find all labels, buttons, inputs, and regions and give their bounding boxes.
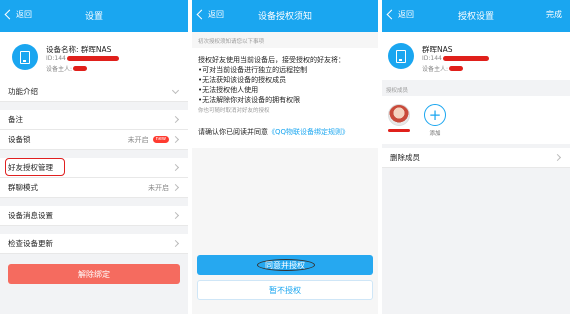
nav-bar: 返回 设置 bbox=[0, 0, 188, 32]
add-member-button[interactable]: + bbox=[424, 104, 446, 126]
confirm-text: 请确认你已阅读并同意 bbox=[198, 128, 268, 136]
device-name: 群晖NAS bbox=[422, 45, 453, 54]
redaction-mark bbox=[442, 56, 489, 61]
notice-point: •无法解除你对该设备的拥有权限 bbox=[198, 96, 301, 104]
delete-member-label: 删除成员 bbox=[390, 153, 420, 162]
rules-link[interactable]: 《QQ物联设备绑定规则》 bbox=[268, 128, 349, 136]
new-badge: new bbox=[152, 136, 169, 143]
group-chat-row[interactable]: 群聊模式 未开启 bbox=[0, 178, 188, 198]
device-name: 设备名称: 群晖NAS bbox=[46, 45, 112, 54]
nav-bar: 返回 授权设置 完成 bbox=[382, 0, 570, 32]
chevron-down-icon bbox=[171, 86, 180, 95]
device-lock-value: 未开启 bbox=[127, 135, 149, 144]
redaction-mark bbox=[73, 66, 88, 71]
device-id: ID:144 bbox=[46, 55, 119, 62]
message-settings-label: 设备消息设置 bbox=[8, 211, 53, 220]
remark-row[interactable]: 备注 bbox=[0, 110, 188, 130]
features-row[interactable]: 功能介绍 bbox=[0, 82, 188, 102]
device-icon bbox=[388, 43, 414, 69]
nav-bar: 返回 设备授权须知 bbox=[192, 0, 378, 32]
redaction-mark bbox=[388, 129, 410, 132]
reject-button[interactable]: 暂不授权 bbox=[197, 280, 373, 300]
device-lock-row[interactable]: 设备锁 未开启 new bbox=[0, 130, 188, 150]
check-update-row[interactable]: 检查设备更新 bbox=[0, 234, 188, 254]
agree-button[interactable]: 同意并授权 bbox=[197, 255, 373, 275]
chevron-right-icon bbox=[553, 153, 562, 162]
redaction-mark bbox=[449, 66, 464, 71]
device-owner: 设备主人: bbox=[46, 64, 88, 73]
remark-label: 备注 bbox=[8, 115, 23, 124]
chevron-right-icon bbox=[171, 135, 180, 144]
device-owner-text: 设备主人: bbox=[46, 66, 73, 73]
auth-notice-panel: 返回 设备授权须知 初次授权须知请您以下事项 授权好友使用当前设备后，接受授权的… bbox=[192, 0, 378, 314]
settings-panel: 返回 设置 设备名称: 群晖NAS ID:144 设备主人: 功能介绍 备注 设… bbox=[0, 0, 188, 314]
notice-point: •无法获知该设备的授权成员 bbox=[198, 76, 287, 84]
cancel-note: 你也可随时取消对好友的授权 bbox=[198, 108, 270, 114]
device-id-text: ID:144 bbox=[46, 55, 66, 62]
done-button[interactable]: 完成 bbox=[546, 9, 562, 20]
confirm-line: 请确认你已阅读并同意《QQ物联设备绑定规则》 bbox=[192, 124, 378, 144]
redaction-mark bbox=[66, 56, 119, 61]
notice-point: •可对当前设备进行独立的远程控制 bbox=[198, 66, 308, 74]
device-id-text: ID:144 bbox=[422, 55, 442, 62]
page-title: 设备授权须知 bbox=[257, 12, 312, 22]
device-card: 设备名称: 群晖NAS ID:144 设备主人: bbox=[0, 32, 188, 82]
chevron-right-icon bbox=[171, 211, 180, 220]
chevron-right-icon bbox=[171, 183, 180, 192]
add-label: 添加 bbox=[429, 131, 441, 137]
notice-point: •无法授权他人使用 bbox=[198, 86, 259, 94]
group-chat-value: 未开启 bbox=[148, 183, 169, 192]
group-chat-label: 群聊模式 bbox=[8, 183, 38, 192]
device-card: 群晖NAS ID:144 设备主人: bbox=[382, 32, 570, 80]
delete-member-row[interactable]: 删除成员 bbox=[382, 148, 570, 168]
members-label: 授权成员 bbox=[386, 88, 409, 94]
members-card: + 添加 bbox=[382, 96, 570, 144]
message-settings-row[interactable]: 设备消息设置 bbox=[0, 206, 188, 226]
page-title: 设置 bbox=[84, 12, 103, 22]
check-update-label: 检查设备更新 bbox=[8, 239, 53, 248]
device-owner-text: 设备主人: bbox=[422, 66, 449, 73]
device-icon bbox=[12, 44, 38, 70]
unbind-button[interactable]: 解除绑定 bbox=[8, 264, 180, 284]
chevron-right-icon bbox=[171, 115, 180, 124]
page-title: 授权设置 bbox=[457, 12, 494, 22]
member-avatar[interactable] bbox=[388, 104, 410, 126]
device-id: ID:144 bbox=[422, 55, 489, 62]
plus-icon: + bbox=[428, 105, 442, 124]
features-label: 功能介绍 bbox=[8, 87, 38, 96]
auth-settings-panel: 返回 授权设置 完成 群晖NAS ID:144 设备主人: 授权成员 + 添加 … bbox=[382, 0, 570, 314]
device-owner: 设备主人: bbox=[422, 64, 464, 73]
highlight-box bbox=[5, 158, 65, 176]
notice-intro: 授权好友使用当前设备后，接受授权的好友将： bbox=[198, 56, 345, 64]
notice-subtitle: 初次授权须知请您以下事项 bbox=[198, 39, 265, 45]
device-lock-label: 设备锁 bbox=[8, 135, 31, 144]
highlight-oval bbox=[257, 259, 315, 271]
chevron-right-icon bbox=[171, 239, 180, 248]
chevron-right-icon bbox=[171, 163, 180, 172]
